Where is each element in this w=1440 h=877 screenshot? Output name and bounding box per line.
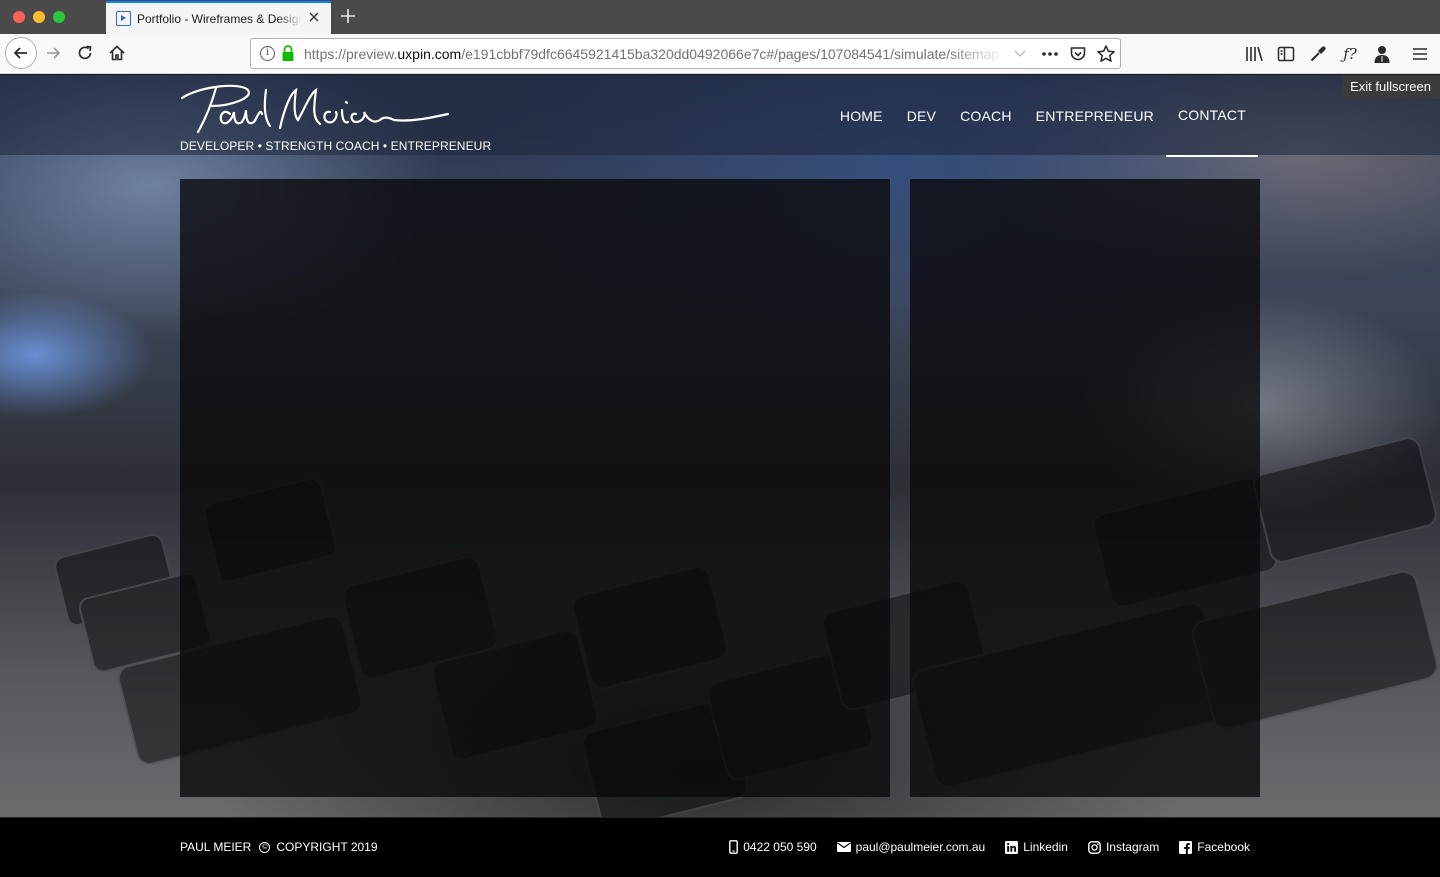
address-bar[interactable]: i https://preview.uxpin.com/e191cbbf79df…	[250, 38, 1121, 69]
footer-name: PAUL MEIER	[180, 840, 252, 854]
phone-link[interactable]: 0422 050 590	[729, 840, 817, 854]
forward-button[interactable]	[38, 38, 68, 68]
url-host: uxpin.com	[397, 46, 462, 62]
arrow-left-icon	[13, 47, 27, 59]
paul-meier-signature-logo	[180, 84, 450, 134]
uxpin-favicon-icon	[116, 11, 131, 26]
lock-icon[interactable]	[281, 45, 295, 62]
site-tagline: DEVELOPER • STRENGTH COACH • ENTREPRENEU…	[180, 139, 492, 153]
url-text[interactable]: https://preview.uxpin.com/e191cbbf79dfc6…	[304, 46, 1004, 62]
reload-button[interactable]	[70, 38, 100, 68]
browser-tab-bar: Portfolio - Wireframes & Designs	[0, 0, 1440, 34]
nav-contact[interactable]: CONTACT	[1165, 75, 1258, 157]
envelope-icon	[836, 842, 851, 852]
browser-toolbar: i https://preview.uxpin.com/e191cbbf79df…	[0, 34, 1440, 74]
exit-fullscreen-tooltip[interactable]: Exit fullscreen	[1343, 75, 1440, 99]
phone-number: 0422 050 590	[743, 840, 817, 854]
instagram-icon	[1088, 840, 1101, 854]
sidebar-icon[interactable]	[1275, 43, 1297, 65]
close-window-button[interactable]	[13, 11, 25, 23]
linkedin-icon	[1005, 840, 1019, 854]
nav-entrepreneur[interactable]: ENTREPRENEUR	[1024, 75, 1166, 157]
facebook-icon	[1179, 840, 1193, 854]
footer-contacts: 0422 050 590 paul@paulmeier.com.au Linke…	[709, 840, 1250, 854]
library-icon[interactable]	[1243, 43, 1265, 65]
linkedin-label: Linkedin	[1023, 840, 1068, 854]
main-navigation: HOME DEV COACH ENTREPRENEUR CONTACT	[828, 75, 1258, 157]
maximize-window-button[interactable]	[53, 11, 65, 23]
copyright-text: COPYRIGHT 2019	[276, 840, 378, 854]
nav-coach[interactable]: COACH	[948, 75, 1024, 157]
site-info-icon[interactable]: i	[260, 46, 275, 61]
hamburger-menu-icon[interactable]	[1409, 43, 1431, 65]
site-logo[interactable]: DEVELOPER • STRENGTH COACH • ENTREPRENEU…	[180, 80, 491, 153]
site-footer: PAUL MEIER © COPYRIGHT 2019 0422 050 590…	[0, 817, 1440, 877]
pocket-icon[interactable]	[1069, 45, 1087, 63]
instagram-label: Instagram	[1105, 840, 1160, 854]
email-address: paul@paulmeier.com.au	[855, 840, 986, 854]
nav-home[interactable]: HOME	[828, 75, 895, 157]
facebook-label: Facebook	[1197, 840, 1250, 854]
more-actions-icon[interactable]	[1039, 45, 1061, 63]
tab-title: Portfolio - Wireframes & Designs	[137, 12, 302, 26]
nav-dev[interactable]: DEV	[895, 75, 948, 157]
font-finder-icon[interactable]: ƒ?	[1339, 43, 1361, 65]
chevron-down-icon[interactable]	[1013, 49, 1027, 59]
reload-icon	[78, 45, 92, 60]
facebook-link[interactable]: Facebook	[1179, 840, 1250, 854]
content-panel-right	[910, 179, 1260, 797]
new-tab-icon[interactable]	[339, 7, 357, 25]
bookmark-star-icon[interactable]	[1096, 44, 1116, 64]
copyright-notice: PAUL MEIER © COPYRIGHT 2019	[180, 840, 378, 854]
url-path: /e191cbbf79dfc6645921415ba320dd0492066e7…	[461, 46, 1000, 62]
minimize-window-button[interactable]	[33, 11, 45, 23]
back-button[interactable]	[5, 37, 37, 69]
arrow-right-icon	[47, 47, 61, 59]
phone-icon	[729, 840, 739, 854]
instagram-link[interactable]: Instagram	[1088, 840, 1159, 854]
tab-close-icon[interactable]	[307, 10, 321, 24]
browser-tab-active[interactable]: Portfolio - Wireframes & Designs	[106, 1, 331, 34]
linkedin-link[interactable]: Linkedin	[1005, 840, 1068, 854]
eyedropper-icon[interactable]	[1307, 43, 1329, 65]
home-icon	[109, 45, 125, 61]
content-panel-left	[180, 179, 890, 797]
copyright-icon: ©	[259, 841, 271, 853]
url-prefix: https://preview.	[304, 46, 398, 62]
email-link[interactable]: paul@paulmeier.com.au	[836, 840, 986, 854]
home-button[interactable]	[102, 38, 132, 68]
page-viewport: DEVELOPER • STRENGTH COACH • ENTREPRENEU…	[0, 75, 1440, 877]
account-avatar-icon[interactable]	[1371, 43, 1393, 65]
